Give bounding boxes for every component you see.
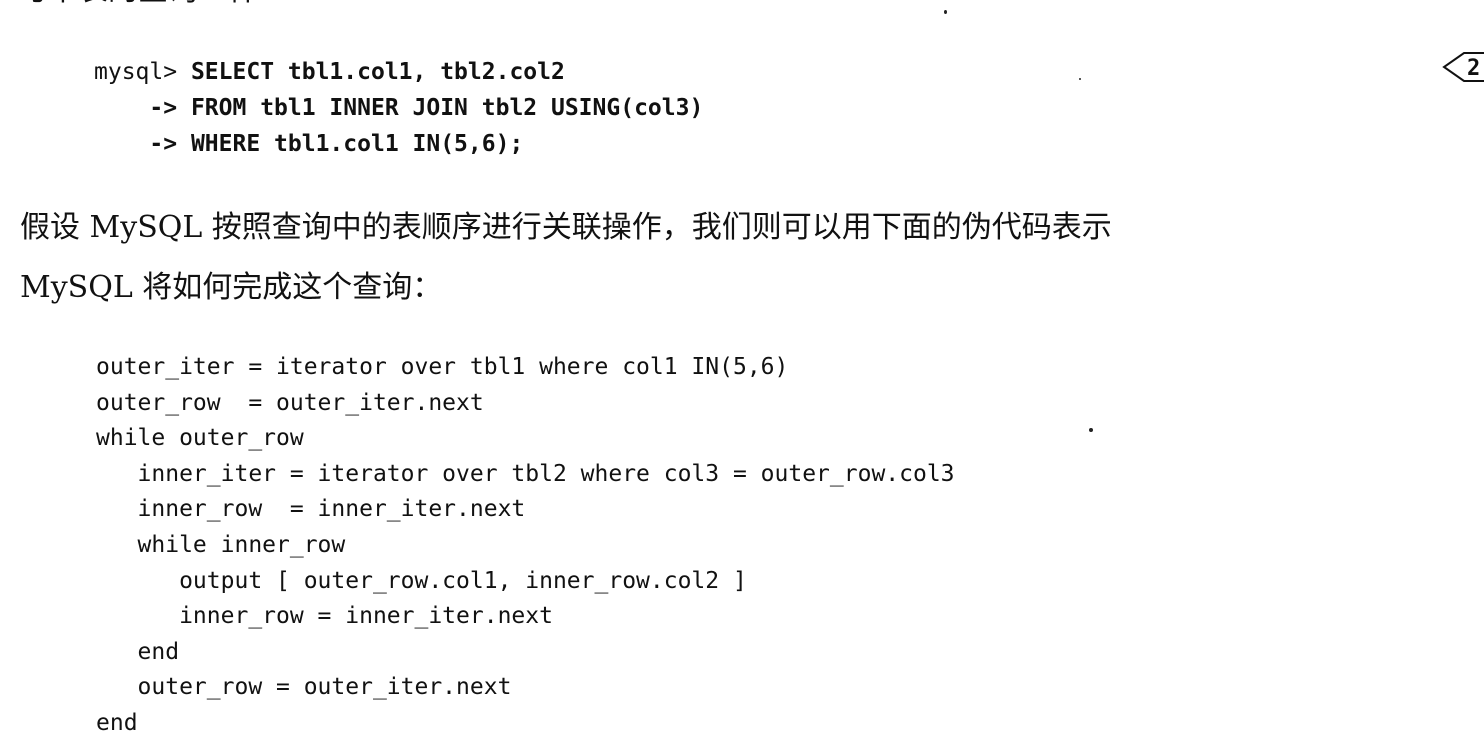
pseudocode-line: while outer_row	[96, 425, 304, 452]
pseudocode-block: outer_iter = iterator over tbl1 where co…	[96, 350, 955, 742]
cut-off-text-line: 与单表的查询一样：	[18, 0, 288, 8]
mysql-prompt: mysql>	[94, 59, 178, 85]
scan-speck	[944, 10, 947, 14]
sql-code-text: SELECT tbl1.col1, tbl2.col2	[190, 59, 565, 85]
scan-speck	[1089, 428, 1093, 432]
paragraph-line-1: 假设 MySQL 按照查询中的表顺序进行关联操作，我们则可以用下面的伪代码表示	[20, 210, 1112, 245]
continuation-arrow: ->	[149, 131, 178, 157]
pseudocode-line: output [ outer_row.col1, inner_row.col2 …	[96, 567, 747, 594]
book-page: 与单表的查询一样： mysql> SELECT tbl1.col1, tbl2.…	[0, 0, 1484, 756]
sql-code-text: FROM tbl1 INNER JOIN tbl2 USING(col3)	[190, 95, 704, 121]
continuation-arrow: ->	[149, 95, 178, 121]
sql-code-text: WHERE tbl1.col1 IN(5,6);	[190, 131, 524, 157]
pseudocode-line: inner_row = inner_iter.next	[96, 603, 553, 630]
pseudocode-line: end	[96, 709, 138, 736]
pseudocode-line: end	[96, 638, 180, 665]
pseudocode-line: inner_row = inner_iter.next	[96, 496, 526, 523]
explanation-paragraph: 假设 MySQL 按照查询中的表顺序进行关联操作，我们则可以用下面的伪代码表示 …	[20, 198, 1420, 318]
pseudocode-line: outer_row = outer_iter.next	[96, 674, 512, 701]
sql-line-1: mysql> SELECT tbl1.col1, tbl2.col2	[94, 54, 703, 90]
sql-line-2: -> FROM tbl1 INNER JOIN tbl2 USING(col3)	[94, 90, 703, 126]
pseudocode-line: outer_iter = iterator over tbl1 where co…	[96, 354, 789, 380]
pseudocode-line: while inner_row	[96, 531, 346, 558]
page-reference-marker-icon: 2	[1442, 52, 1484, 82]
sql-line-3: -> WHERE tbl1.col1 IN(5,6);	[94, 126, 703, 162]
paragraph-line-2: MySQL 将如何完成这个查询：	[20, 270, 443, 305]
scan-speck	[1079, 78, 1081, 80]
page-reference-number: 2	[1467, 56, 1480, 81]
pseudocode-line: outer_row = outer_iter.next	[96, 389, 484, 416]
pseudocode-line: inner_iter = iterator over tbl2 where co…	[96, 460, 955, 487]
sql-code-example: mysql> SELECT tbl1.col1, tbl2.col2 -> FR…	[94, 54, 703, 162]
